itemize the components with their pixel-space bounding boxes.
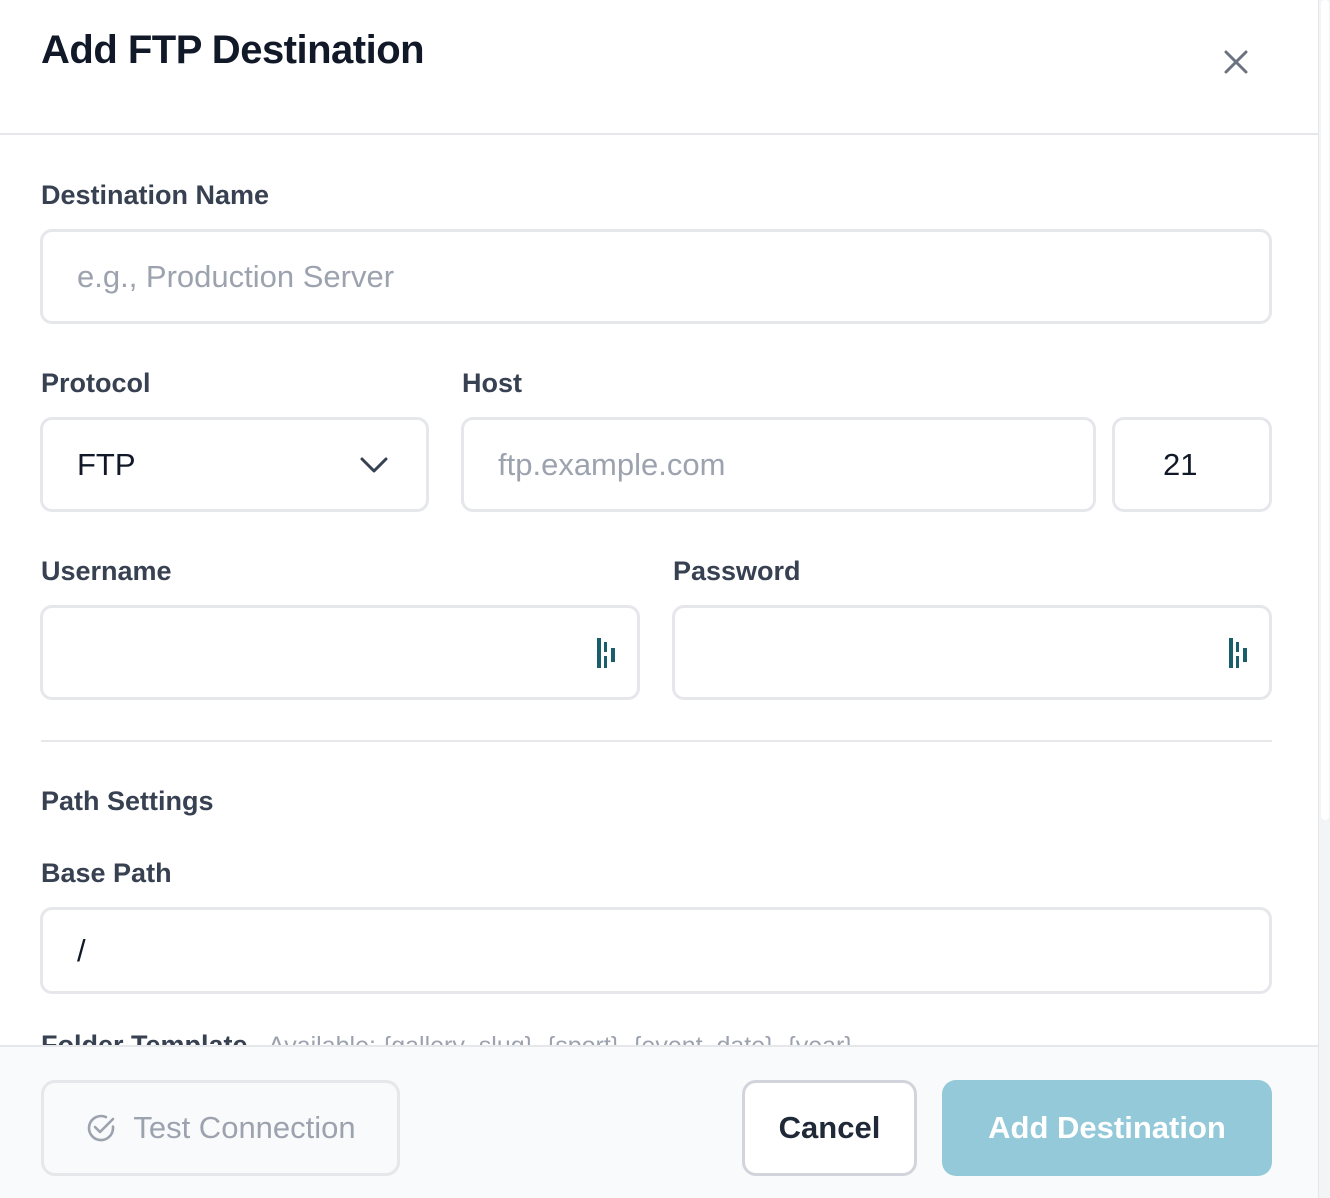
password-manager-icon[interactable] [1229, 636, 1251, 670]
username-label: Username [41, 556, 172, 586]
port-input[interactable]: 21 [1112, 417, 1272, 512]
dialog-title: Add FTP Destination [41, 28, 425, 72]
protocol-select[interactable]: FTP [40, 417, 429, 512]
check-circle-icon [88, 1114, 115, 1142]
destination-name-label: Destination Name [41, 180, 270, 210]
destination-name-placeholder: e.g., Production Server [77, 258, 395, 294]
scrollbar-thumb[interactable] [1321, 0, 1329, 820]
password-input[interactable] [672, 605, 1272, 700]
dialog-footer: Test Connection Cancel Add Destination [0, 1045, 1318, 1198]
add-destination-label: Add Destination [988, 1110, 1226, 1145]
username-input[interactable] [40, 605, 640, 700]
cancel-button[interactable]: Cancel [742, 1080, 917, 1176]
dialog-header: Add FTP Destination [0, 0, 1318, 135]
protocol-selected-value: FTP [77, 446, 136, 482]
test-connection-label: Test Connection [133, 1110, 356, 1145]
cancel-label: Cancel [778, 1110, 881, 1145]
chevron-down-icon [360, 457, 388, 472]
password-label: Password [673, 556, 801, 586]
port-value: 21 [1163, 446, 1198, 482]
base-path-input[interactable]: / [40, 907, 1272, 994]
host-input[interactable]: ftp.example.com [461, 417, 1096, 512]
path-settings-title: Path Settings [41, 786, 214, 816]
host-label: Host [462, 368, 522, 398]
protocol-label: Protocol [41, 368, 151, 398]
base-path-value: / [77, 932, 86, 968]
close-button[interactable] [1216, 42, 1256, 82]
destination-name-input[interactable]: e.g., Production Server [40, 229, 1272, 324]
section-divider [41, 740, 1272, 742]
add-ftp-destination-dialog: Add FTP Destination Destination Name e.g… [0, 0, 1330, 1198]
base-path-label: Base Path [41, 858, 172, 888]
password-manager-icon[interactable] [597, 636, 619, 670]
close-icon [1224, 50, 1248, 74]
host-placeholder: ftp.example.com [498, 446, 726, 482]
add-destination-button[interactable]: Add Destination [942, 1080, 1272, 1176]
test-connection-button[interactable]: Test Connection [41, 1080, 400, 1176]
